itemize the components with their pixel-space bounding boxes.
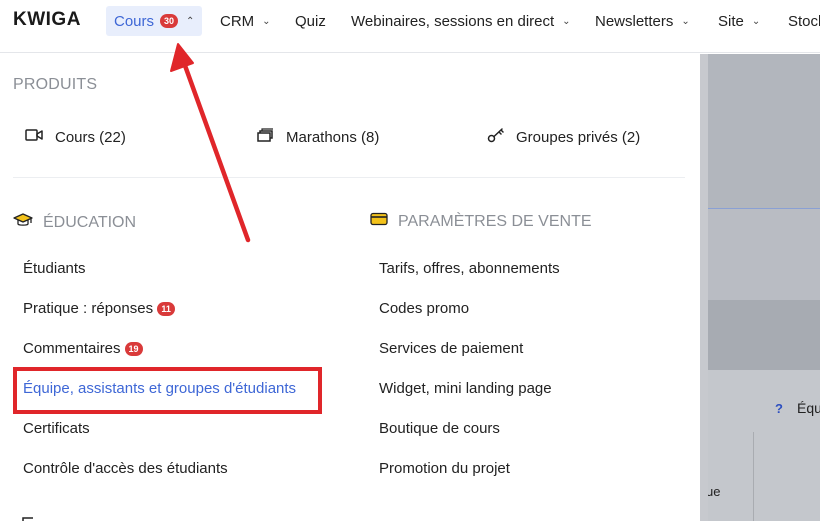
menu-boutique[interactable]: Boutique de cours (379, 420, 500, 437)
menu-boutique-label: Boutique de cours (379, 420, 500, 437)
commentaires-badge: 19 (124, 341, 143, 356)
menu-pratique-reponses[interactable]: Pratique : réponses 11 (23, 300, 176, 317)
nav-site-label: Site (718, 12, 744, 30)
menu-promotion[interactable]: Promotion du projet (379, 460, 510, 477)
product-groupes-link[interactable]: Groupes privés (2) (487, 127, 640, 147)
menu-services-paiement[interactable]: Services de paiement (379, 340, 523, 357)
video-icon (25, 127, 55, 147)
menu-widget-label: Widget, mini landing page (379, 380, 552, 397)
graduation-cap-icon (13, 212, 43, 233)
nav-cours[interactable]: Cours 30 ⌃ (106, 6, 202, 36)
product-marathons-link[interactable]: Marathons (8) (257, 127, 379, 147)
cours-dropdown-menu (0, 54, 700, 521)
nav-site[interactable]: Site ⌄ (718, 6, 760, 36)
nav-cours-badge: 30 (160, 14, 179, 28)
chevron-down-icon: ⌄ (751, 15, 761, 27)
menu-promotion-label: Promotion du projet (379, 460, 510, 477)
nav-quiz[interactable]: Quiz (295, 6, 326, 36)
help-icon: ? (775, 401, 783, 416)
nav-stock[interactable]: Stock (788, 6, 820, 36)
menu-tarifs[interactable]: Tarifs, offres, abonnements (379, 260, 560, 277)
partial-section-icon (22, 512, 34, 521)
menu-codes-label: Codes promo (379, 300, 470, 317)
menu-certificats-label: Certificats (23, 420, 90, 437)
menu-etudiants-label: Étudiants (23, 260, 86, 277)
menu-controle-label: Contrôle d'accès des étudiants (23, 460, 228, 477)
vente-title: PARAMÈTRES DE VENTE (398, 212, 592, 230)
nav-crm-label: CRM (220, 12, 255, 30)
nav-newsletters[interactable]: Newsletters ⌄ (595, 6, 690, 36)
annotation-highlight-box (13, 367, 322, 414)
nav-cours-label: Cours (114, 12, 155, 30)
nav-quiz-label: Quiz (295, 12, 326, 30)
chevron-down-icon: ⌄ (562, 15, 571, 27)
nav-stock-label: Stock (788, 12, 820, 30)
menu-widget[interactable]: Widget, mini landing page (379, 380, 552, 397)
education-title: ÉDUCATION (43, 213, 137, 231)
menu-tarifs-label: Tarifs, offres, abonnements (379, 260, 560, 277)
chevron-up-icon: ⌃ (186, 15, 195, 27)
partial-graduation-icon (370, 515, 388, 521)
product-marathons-label: Marathons (8) (286, 128, 380, 146)
vente-heading: PARAMÈTRES DE VENTE (370, 212, 592, 231)
background-panel (708, 54, 820, 209)
nav-crm[interactable]: CRM ⌄ (220, 6, 271, 36)
nav-webinaires-label: Webinaires, sessions en direct (351, 12, 555, 30)
background-divider (753, 432, 754, 521)
pratique-badge: 11 (157, 301, 176, 316)
dropdown-edge (700, 54, 708, 521)
section-divider (13, 177, 685, 178)
menu-pratique-label: Pratique : réponses (23, 300, 154, 317)
education-heading: ÉDUCATION (13, 212, 136, 233)
product-groupes-label: Groupes privés (2) (516, 128, 641, 146)
menu-certificats[interactable]: Certificats (23, 420, 90, 437)
chevron-down-icon: ⌄ (262, 15, 271, 27)
credit-card-icon (370, 212, 398, 231)
menu-etudiants[interactable]: Étudiants (23, 260, 86, 277)
product-cours-link[interactable]: Cours (22) (25, 127, 126, 147)
produits-heading: PRODUITS (13, 76, 98, 93)
background-band (708, 300, 820, 370)
nav-webinaires[interactable]: Webinaires, sessions en direct ⌄ (351, 6, 571, 36)
background-table (708, 370, 820, 521)
menu-controle-acces[interactable]: Contrôle d'accès des étudiants (23, 460, 228, 477)
background-text: ue (706, 484, 721, 499)
menu-codes-promo[interactable]: Codes promo (379, 300, 469, 317)
logo[interactable]: KWIGA (13, 9, 81, 31)
background-text: Équ (797, 400, 820, 416)
menu-commentaires[interactable]: Commentaires 19 (23, 340, 143, 357)
nav-newsletters-label: Newsletters (595, 12, 674, 30)
stack-icon (257, 127, 286, 147)
chevron-down-icon: ⌄ (681, 15, 690, 27)
product-cours-label: Cours (22) (55, 128, 126, 146)
menu-services-label: Services de paiement (379, 340, 524, 357)
key-icon (487, 127, 516, 147)
top-navigation: KWIGA Cours 30 ⌃ CRM ⌄ Quiz Webinaires, … (0, 0, 820, 53)
menu-commentaires-label: Commentaires (23, 340, 121, 357)
